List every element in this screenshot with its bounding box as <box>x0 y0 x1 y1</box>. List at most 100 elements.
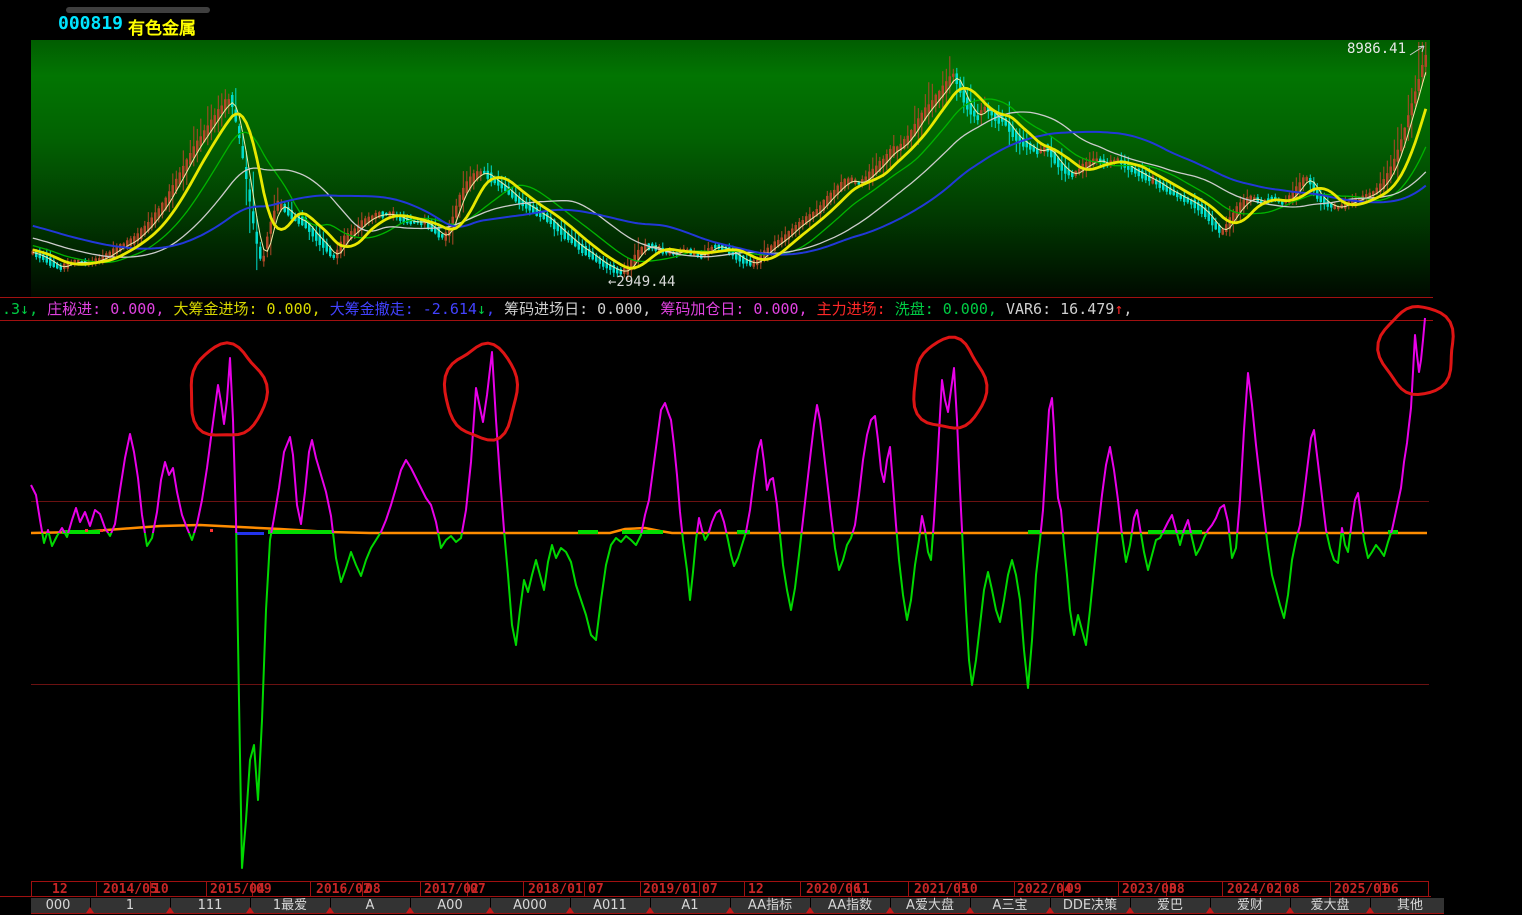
title-bar: 000819 有色金属 <box>0 0 1522 39</box>
annotation-circle <box>442 341 520 442</box>
tab-marker-icon <box>966 907 974 913</box>
date-separator <box>584 881 585 896</box>
date-label: 08 <box>1284 882 1300 897</box>
zero-line <box>30 523 1427 535</box>
tab-1[interactable]: 1 <box>126 898 134 913</box>
tab-marker-icon <box>86 907 94 913</box>
tab-marker-icon <box>246 907 254 913</box>
date-separator <box>1330 881 1331 896</box>
date-label: 2020/06 <box>806 882 861 897</box>
indicator-value: 大筹金进场: 0.000, <box>173 300 330 318</box>
tab-A000[interactable]: A000 <box>513 898 547 913</box>
tab-marker-icon <box>646 907 654 913</box>
date-label: 09 <box>256 882 272 897</box>
date-separator <box>523 881 524 896</box>
tab-其他[interactable]: 其他 <box>1397 898 1423 913</box>
tab-DDE决策[interactable]: DDE决策 <box>1063 898 1117 913</box>
date-label: 08 <box>365 882 381 897</box>
tab-1最爱[interactable]: 1最爱 <box>273 898 307 913</box>
stock-code: 000819 <box>58 13 124 34</box>
tab-marker-icon <box>486 907 494 913</box>
date-label: 2018/01 <box>528 882 583 897</box>
oscillator-line-above <box>30 317 1426 533</box>
date-label: 2024/02 <box>1227 882 1282 897</box>
tab-bar: 000 1 111 1最爱 A A00 A000 A011 A1 AA指标 AA指数 A爱大盘 A三宝 D… <box>0 898 1522 915</box>
kline-chart <box>31 42 1428 280</box>
price-high-label: 8986.41 <box>1347 41 1407 57</box>
trading-app-window: 000819 有色金属 8986.41 ←2949.44 .3↓, 庄秘进: 0… <box>0 0 1522 915</box>
tab-marker-icon <box>326 907 334 913</box>
date-separator <box>1118 881 1119 896</box>
annotation-circle <box>912 335 989 430</box>
date-separator <box>31 881 32 896</box>
tab-marker-icon <box>406 907 414 913</box>
tab-bar-background <box>31 898 1444 913</box>
date-separator <box>206 881 207 896</box>
date-label: 2025/01 <box>1334 882 1389 897</box>
date-label: 06 <box>1383 882 1399 897</box>
date-label: 2014/05 <box>103 882 158 897</box>
date-label: 12 <box>748 882 764 897</box>
indicator-value: 大筹金撤走: -2.614 <box>329 300 477 318</box>
date-axis: 12 2014/05 10 2015/04 09 2016/02 08 2017/02 07 20… <box>0 881 1431 897</box>
indicator-value: , <box>1123 300 1133 318</box>
date-separator <box>699 881 700 896</box>
tab-A011[interactable]: A011 <box>593 898 627 913</box>
tab-AA指数[interactable]: AA指数 <box>828 898 872 913</box>
kline-chart-panel[interactable] <box>31 40 1430 297</box>
indicator-value: , <box>486 300 505 318</box>
indicator-value: 主力进场: <box>816 300 895 318</box>
indicator-row: .3↓, 庄秘进: 0.000, 大筹金进场: 0.000, 大筹金撤走: -2… <box>0 297 1433 321</box>
tab-marker-icon <box>806 907 814 913</box>
date-separator <box>744 881 745 896</box>
tab-marker-icon <box>1126 907 1134 913</box>
indicator-value: 庄秘进: 0.000, <box>47 300 174 318</box>
date-label: 2022/04 <box>1017 882 1072 897</box>
tab-000[interactable]: 000 <box>46 898 71 913</box>
tab-A[interactable]: A <box>366 898 375 913</box>
tab-爱巴[interactable]: 爱巴 <box>1157 898 1183 913</box>
date-label: 09 <box>1066 882 1082 897</box>
stock-name: 有色金属 <box>128 19 196 39</box>
annotation-circle <box>189 341 269 437</box>
date-separator <box>1014 881 1015 896</box>
date-label: 07 <box>588 882 604 897</box>
indicator-value: ↓ <box>476 300 486 318</box>
tab-marker-icon <box>1046 907 1054 913</box>
tab-A爱大盘[interactable]: A爱大盘 <box>906 898 954 913</box>
date-label: 11 <box>854 882 870 897</box>
tab-爱财[interactable]: 爱财 <box>1237 898 1263 913</box>
date-label: 10 <box>153 882 169 897</box>
tab-爱大盘[interactable]: 爱大盘 <box>1310 898 1349 913</box>
indicator-value: .3↓, <box>2 300 48 318</box>
date-label: 10 <box>962 882 978 897</box>
tab-A00[interactable]: A00 <box>437 898 462 913</box>
date-label: 07 <box>702 882 718 897</box>
indicator-value: 洗盘: 0.000, <box>894 300 1006 318</box>
date-label: 12 <box>52 882 68 897</box>
indicator-value: 筹码进场日: 0.000, <box>504 300 661 318</box>
date-label: 2016/02 <box>316 882 371 897</box>
price-low-label: ←2949.44 <box>608 274 676 290</box>
tab-marker-icon <box>1366 907 1374 913</box>
date-separator <box>310 881 311 896</box>
tab-A1[interactable]: A1 <box>681 898 698 913</box>
indicator-value: VAR6: 16.479 <box>1005 300 1115 318</box>
date-separator <box>1222 881 1223 896</box>
date-separator <box>908 881 909 896</box>
tab-A三宝[interactable]: A三宝 <box>993 898 1028 913</box>
date-label: 2021/05 <box>914 882 969 897</box>
candlesticks <box>31 42 1427 280</box>
date-label: 2019/01 <box>643 882 698 897</box>
ma-lines <box>32 72 1428 272</box>
tab-marker-icon <box>566 907 574 913</box>
tab-111[interactable]: 111 <box>198 898 223 913</box>
indicator-value: 筹码加仓日: 0.000, <box>660 300 817 318</box>
tab-AA指标[interactable]: AA指标 <box>748 898 792 913</box>
tab-marker-icon <box>1286 907 1294 913</box>
tab-marker-icon <box>166 907 174 913</box>
date-separator <box>96 881 97 896</box>
tab-marker-icon <box>1206 907 1214 913</box>
date-separator <box>800 881 801 896</box>
oscillator-line-below <box>41 533 1393 869</box>
